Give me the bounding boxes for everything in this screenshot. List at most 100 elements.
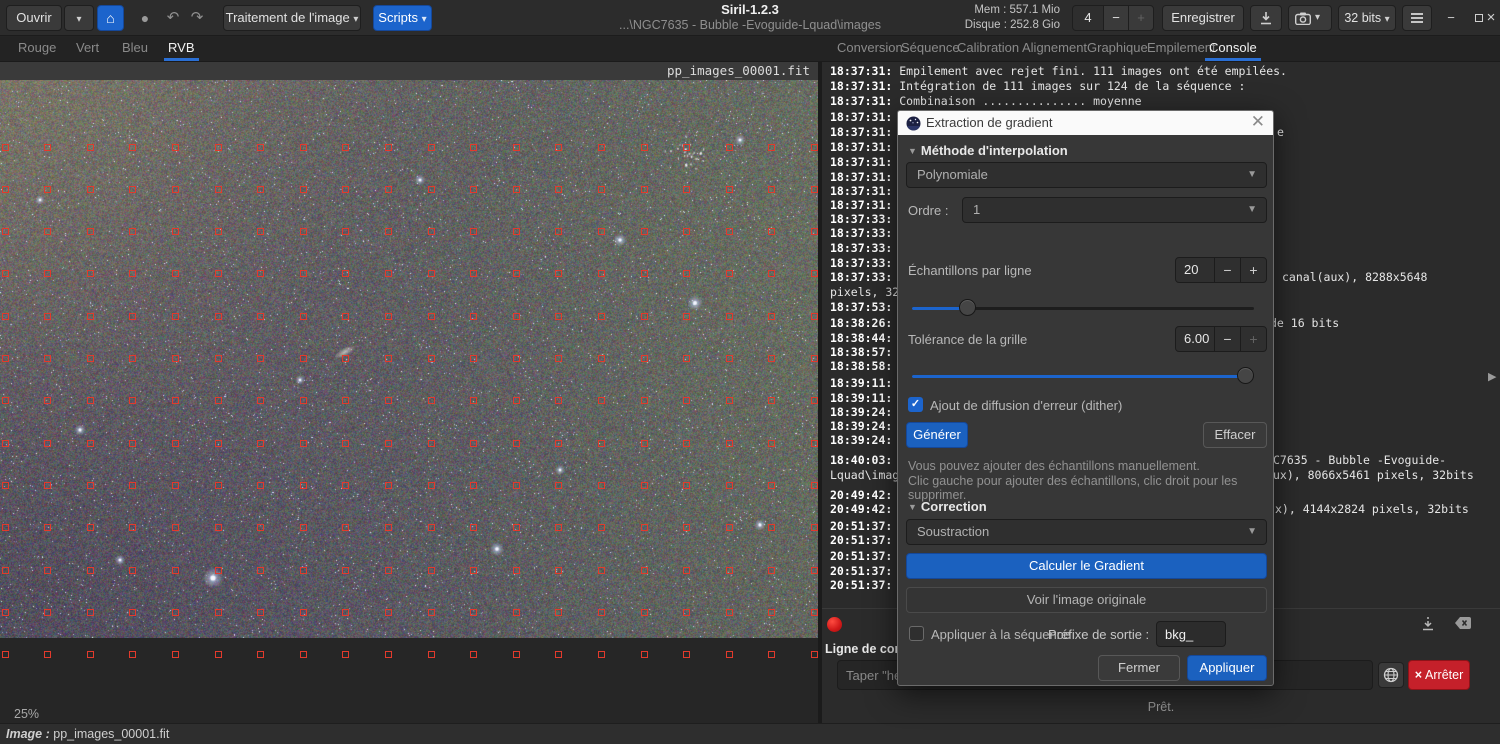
gradient-sample-marker[interactable]	[2, 482, 9, 489]
gradient-sample-marker[interactable]	[87, 186, 94, 193]
gradient-sample-marker[interactable]	[300, 313, 307, 320]
gradient-sample-marker[interactable]	[811, 228, 818, 235]
gradient-sample-marker[interactable]	[555, 313, 562, 320]
gradient-sample-marker[interactable]	[215, 355, 222, 362]
gradient-sample-marker[interactable]	[215, 270, 222, 277]
bit-depth-dropdown[interactable]: 32 bits ▾	[1338, 5, 1396, 31]
gradient-sample-marker[interactable]	[726, 567, 733, 574]
gradient-sample-marker[interactable]	[555, 186, 562, 193]
gradient-sample-marker[interactable]	[811, 440, 818, 447]
gradient-sample-marker[interactable]	[342, 609, 349, 616]
gradient-sample-marker[interactable]	[44, 228, 51, 235]
gradient-sample-marker[interactable]	[129, 567, 136, 574]
gradient-sample-marker[interactable]	[257, 228, 264, 235]
gradient-sample-marker[interactable]	[44, 186, 51, 193]
gradient-sample-marker[interactable]	[641, 609, 648, 616]
gradient-sample-marker[interactable]	[428, 186, 435, 193]
gradient-sample-marker[interactable]	[598, 440, 605, 447]
image-number-value[interactable]: 4	[1072, 5, 1104, 31]
gradient-sample-marker[interactable]	[683, 228, 690, 235]
gradient-sample-marker[interactable]	[683, 144, 690, 151]
dither-checkbox[interactable]: ✓	[908, 397, 923, 412]
gradient-sample-marker[interactable]	[726, 186, 733, 193]
gradient-sample-marker[interactable]	[811, 609, 818, 616]
gradient-sample-marker[interactable]	[44, 524, 51, 531]
gradient-sample-marker[interactable]	[129, 144, 136, 151]
gradient-sample-marker[interactable]	[598, 609, 605, 616]
gradient-sample-marker[interactable]	[87, 440, 94, 447]
output-prefix-input[interactable]	[1156, 621, 1226, 647]
view-original-button[interactable]: Voir l'image originale	[906, 587, 1267, 613]
gradient-sample-marker[interactable]	[683, 651, 690, 658]
gradient-sample-marker[interactable]	[385, 482, 392, 489]
gradient-sample-marker[interactable]	[385, 228, 392, 235]
gradient-sample-marker[interactable]	[385, 651, 392, 658]
gradient-sample-marker[interactable]	[683, 482, 690, 489]
gradient-sample-marker[interactable]	[598, 651, 605, 658]
gradient-sample-marker[interactable]	[129, 440, 136, 447]
gradient-sample-marker[interactable]	[44, 397, 51, 404]
gradient-sample-marker[interactable]	[2, 440, 9, 447]
gradient-sample-marker[interactable]	[726, 313, 733, 320]
gradient-sample-marker[interactable]	[172, 397, 179, 404]
gradient-sample-marker[interactable]	[2, 609, 9, 616]
gradient-sample-marker[interactable]	[726, 482, 733, 489]
gradient-sample-marker[interactable]	[555, 567, 562, 574]
gradient-sample-marker[interactable]	[470, 482, 477, 489]
gradient-sample-marker[interactable]	[342, 524, 349, 531]
gradient-sample-marker[interactable]	[342, 355, 349, 362]
gradient-sample-marker[interactable]	[87, 355, 94, 362]
image-number-decrement-button[interactable]: −	[1103, 5, 1129, 31]
save-as-button[interactable]	[1250, 5, 1282, 31]
gradient-sample-marker[interactable]	[300, 524, 307, 531]
samples-increment-button[interactable]: +	[1240, 257, 1267, 283]
gradient-sample-marker[interactable]	[215, 186, 222, 193]
gradient-sample-marker[interactable]	[342, 186, 349, 193]
gradient-sample-marker[interactable]	[513, 355, 520, 362]
gradient-sample-marker[interactable]	[683, 397, 690, 404]
gradient-sample-marker[interactable]	[257, 355, 264, 362]
gradient-sample-marker[interactable]	[768, 355, 775, 362]
gradient-sample-marker[interactable]	[2, 144, 9, 151]
gradient-sample-marker[interactable]	[428, 482, 435, 489]
gradient-sample-marker[interactable]	[2, 651, 9, 658]
gradient-sample-marker[interactable]	[811, 482, 818, 489]
gradient-sample-marker[interactable]	[641, 270, 648, 277]
compute-gradient-button[interactable]: Calculer le Gradient	[906, 553, 1267, 579]
home-button[interactable]: ⌂	[97, 5, 124, 31]
gradient-sample-marker[interactable]	[172, 651, 179, 658]
gradient-sample-marker[interactable]	[470, 524, 477, 531]
order-dropdown[interactable]: 1▼	[962, 197, 1267, 223]
gradient-sample-marker[interactable]	[598, 524, 605, 531]
gradient-sample-marker[interactable]	[811, 651, 818, 658]
tab-rvb[interactable]: RVB	[164, 37, 199, 61]
gradient-sample-marker[interactable]	[683, 355, 690, 362]
gradient-sample-marker[interactable]	[811, 355, 818, 362]
gradient-sample-marker[interactable]	[342, 228, 349, 235]
gradient-sample-marker[interactable]	[129, 355, 136, 362]
gradient-sample-marker[interactable]	[598, 186, 605, 193]
tab-console[interactable]: Console	[1205, 37, 1261, 61]
gradient-sample-marker[interactable]	[257, 144, 264, 151]
gradient-sample-marker[interactable]	[428, 270, 435, 277]
gradient-sample-marker[interactable]	[385, 270, 392, 277]
gradient-sample-marker[interactable]	[215, 609, 222, 616]
gradient-sample-marker[interactable]	[598, 482, 605, 489]
gradient-sample-marker[interactable]	[2, 270, 9, 277]
gradient-sample-marker[interactable]	[342, 440, 349, 447]
gradient-sample-marker[interactable]	[44, 567, 51, 574]
dialog-header[interactable]: Extraction de gradient ✕	[898, 111, 1273, 135]
gradient-sample-marker[interactable]	[2, 355, 9, 362]
gradient-sample-marker[interactable]	[683, 313, 690, 320]
minimize-button[interactable]: −	[1438, 8, 1464, 28]
gradient-sample-marker[interactable]	[555, 228, 562, 235]
gradient-sample-marker[interactable]	[726, 440, 733, 447]
gradient-sample-marker[interactable]	[385, 355, 392, 362]
samples-per-line-slider[interactable]	[912, 299, 1254, 317]
gradient-sample-marker[interactable]	[683, 609, 690, 616]
gradient-sample-marker[interactable]	[342, 567, 349, 574]
samples-decrement-button[interactable]: −	[1214, 257, 1241, 283]
gradient-sample-marker[interactable]	[172, 144, 179, 151]
gradient-sample-marker[interactable]	[215, 144, 222, 151]
gradient-sample-marker[interactable]	[641, 397, 648, 404]
